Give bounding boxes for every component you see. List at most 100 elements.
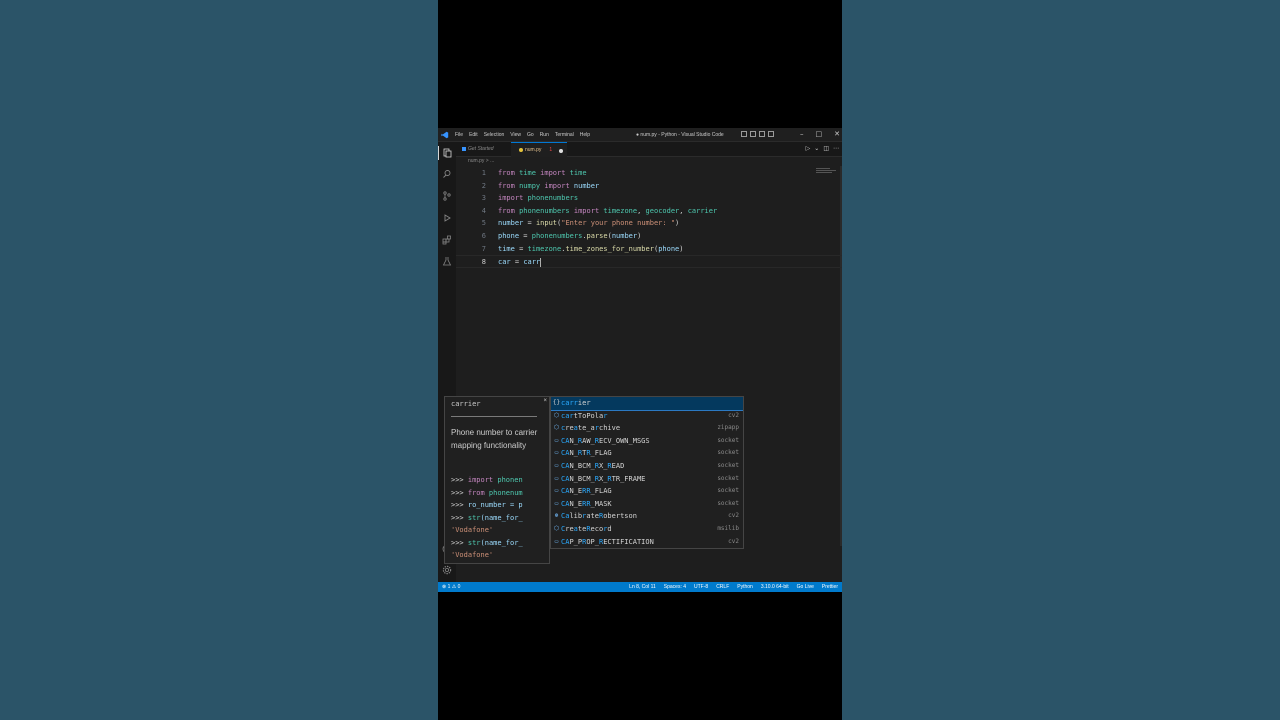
suggestion-label: CAN_ERR_FLAG (561, 487, 612, 496)
suggestion-item[interactable]: ⊛ CalibrateRobertson cv2 (551, 510, 743, 523)
code-line[interactable]: 1 from time import time (456, 167, 842, 180)
constant-icon: ▭ (554, 487, 559, 495)
vscode-tab-icon (462, 146, 466, 151)
code-line[interactable]: 7 time = timezone.time_zones_for_number(p… (456, 243, 842, 256)
status-item[interactable]: Prettier (822, 582, 838, 592)
suggestion-source: socket (717, 499, 739, 507)
tab-label: Get Started (468, 146, 494, 152)
breadcrumb[interactable]: num.py > ... (468, 157, 494, 166)
details-description: Phone number to carrier mapping function… (451, 428, 538, 450)
minimize-button[interactable]: – (800, 130, 804, 139)
close-button[interactable]: ✕ (834, 130, 840, 139)
suggestion-item[interactable]: ▭ CAP_PROP_RECTIFICATION cv2 (551, 536, 743, 548)
menu-edit[interactable]: Edit (469, 132, 478, 138)
class-icon: ⊛ (554, 512, 559, 520)
suggestion-item[interactable]: ▭ CAN_ERR_FLAG socket (551, 485, 743, 498)
line-number: 2 (481, 181, 486, 190)
menu-view[interactable]: View (510, 132, 521, 138)
suggestion-source: socket (717, 462, 739, 469)
code-line[interactable]: 6 phone = phonenumbers.parse(number) (456, 230, 842, 243)
editor-tabs: Get Started num.py 1 ▷ ⌄ ◫ ⋯ (456, 142, 842, 157)
extensions-icon[interactable] (442, 235, 452, 245)
suggestion-label: CAN_ERR_MASK (561, 499, 612, 508)
suggestion-source: socket (717, 436, 739, 444)
status-item[interactable]: 3.10.0 64-bit (761, 582, 789, 592)
menu-run[interactable]: Run (540, 132, 549, 138)
search-icon[interactable] (442, 169, 452, 179)
suggestion-label: cartToPolar (561, 411, 608, 420)
tab-num-py[interactable]: num.py 1 (511, 142, 567, 157)
code-text: phone = phonenumbers.parse(number) (498, 232, 642, 240)
suggestion-label: CalibrateRobertson (561, 512, 637, 521)
code-text: from time import time (498, 169, 587, 177)
run-file-icon[interactable]: ▷ (806, 145, 811, 153)
customize-layout-icon[interactable] (768, 131, 774, 137)
code-text: import phonenumbers (498, 194, 579, 203)
suggestion-item[interactable]: ⬡ cartToPolar cv2 (551, 410, 743, 423)
suggestion-source: socket (717, 474, 739, 482)
menu-go[interactable]: Go (527, 132, 534, 138)
status-item[interactable]: Ln 8, Col 11 (629, 582, 656, 592)
suggestion-item[interactable]: ⬡ create_archive zipapp (551, 422, 743, 435)
status-item[interactable]: Spaces: 4 (664, 582, 686, 592)
unsaved-dot-icon[interactable] (559, 149, 563, 153)
run-debug-icon[interactable] (442, 213, 452, 223)
example-line: >>> from phonenum (451, 488, 523, 497)
tab-label: num.py (525, 147, 542, 153)
suggestion-label: create_archive (561, 424, 621, 433)
problem-count-badge: 1 (549, 147, 553, 153)
problems-status[interactable]: ⊗ 1 ⚠ 0 (442, 582, 460, 592)
line-number: 6 (481, 232, 486, 240)
suggestion-item[interactable]: ▭ CAN_ERR_MASK socket (551, 498, 743, 511)
code-text: from phonenumbers import timezone, geoco… (498, 206, 718, 215)
code-line[interactable]: 3 import phonenumbers (456, 192, 842, 205)
maximize-button[interactable]: □ (816, 130, 823, 139)
code-text: car = carr (498, 257, 542, 267)
menu-terminal[interactable]: Terminal (555, 132, 574, 138)
code-line[interactable]: 8 car = carr (456, 255, 842, 269)
window-title: ● num.py - Python - Visual Studio Code (636, 132, 724, 138)
suggestion-item[interactable]: ▭ CAN_BCM_RX_RTR_FRAME socket (551, 473, 743, 486)
menu-file[interactable]: File (455, 132, 463, 138)
suggestion-item[interactable]: ▭ CAN_BCM_RX_READ socket (551, 460, 743, 473)
code-line[interactable]: 2 from numpy import number (456, 180, 842, 193)
editor-actions: ▷ ⌄ ◫ ⋯ (806, 145, 839, 153)
testing-icon[interactable] (442, 256, 452, 266)
function-icon: ⬡ (553, 411, 560, 419)
toggle-panel-icon[interactable] (750, 131, 756, 137)
status-item[interactable]: CRLF (716, 582, 729, 592)
code-line[interactable]: 5 number = input("Enter your phone number… (456, 217, 842, 230)
more-actions-icon[interactable]: ⋯ (833, 145, 839, 153)
suggestion-widget[interactable]: {} carrier ⬡ cartToPolar cv2 ⬡ create_archive z… (550, 396, 744, 549)
suggestion-item[interactable]: ⬡ CreateRecord msilib (551, 523, 743, 536)
status-item[interactable]: Python (737, 582, 753, 592)
status-item[interactable]: Go Live (797, 582, 814, 592)
toggle-primary-sidebar-icon[interactable] (741, 131, 747, 137)
toggle-secondary-sidebar-icon[interactable] (759, 131, 765, 137)
manage-gear-icon[interactable] (442, 565, 452, 575)
suggestion-item[interactable]: {} carrier (551, 397, 743, 411)
split-editor-icon[interactable]: ◫ (823, 145, 829, 153)
line-number: 4 (481, 206, 486, 215)
menu-bar: File Edit Selection View Go Run Terminal Help (455, 132, 590, 138)
details-examples: >>> import phonen >>> from phonenum >>> ro… (451, 474, 549, 562)
suggestion-item[interactable]: ▭ CAN_RTR_FLAG socket (551, 447, 743, 460)
chevron-down-icon[interactable]: ⌄ (814, 145, 819, 153)
code-line[interactable]: 4 from phonenumbers import timezone, geoc… (456, 205, 842, 218)
tab-get-started[interactable]: Get Started (456, 142, 511, 157)
explorer-icon[interactable] (442, 148, 452, 158)
close-details-icon[interactable]: × (543, 398, 547, 404)
constant-icon: ▭ (554, 537, 559, 545)
suggestion-label: CAP_PROP_RECTIFICATION (561, 537, 654, 546)
constant-icon: ▭ (554, 499, 559, 507)
suggestion-source: socket (717, 449, 739, 457)
menu-selection[interactable]: Selection (484, 132, 505, 138)
status-item[interactable]: UTF-8 (694, 582, 708, 592)
line-number: 8 (481, 258, 486, 267)
suggestion-item[interactable]: ▭ CAN_RAW_RECV_OWN_MSGS socket (551, 435, 743, 448)
suggestion-label: CAN_BCM_RX_READ (561, 462, 625, 470)
source-control-icon[interactable] (442, 191, 452, 201)
layout-controls (741, 131, 774, 137)
example-line: >>> import phonen (451, 476, 523, 484)
menu-help[interactable]: Help (580, 132, 590, 138)
